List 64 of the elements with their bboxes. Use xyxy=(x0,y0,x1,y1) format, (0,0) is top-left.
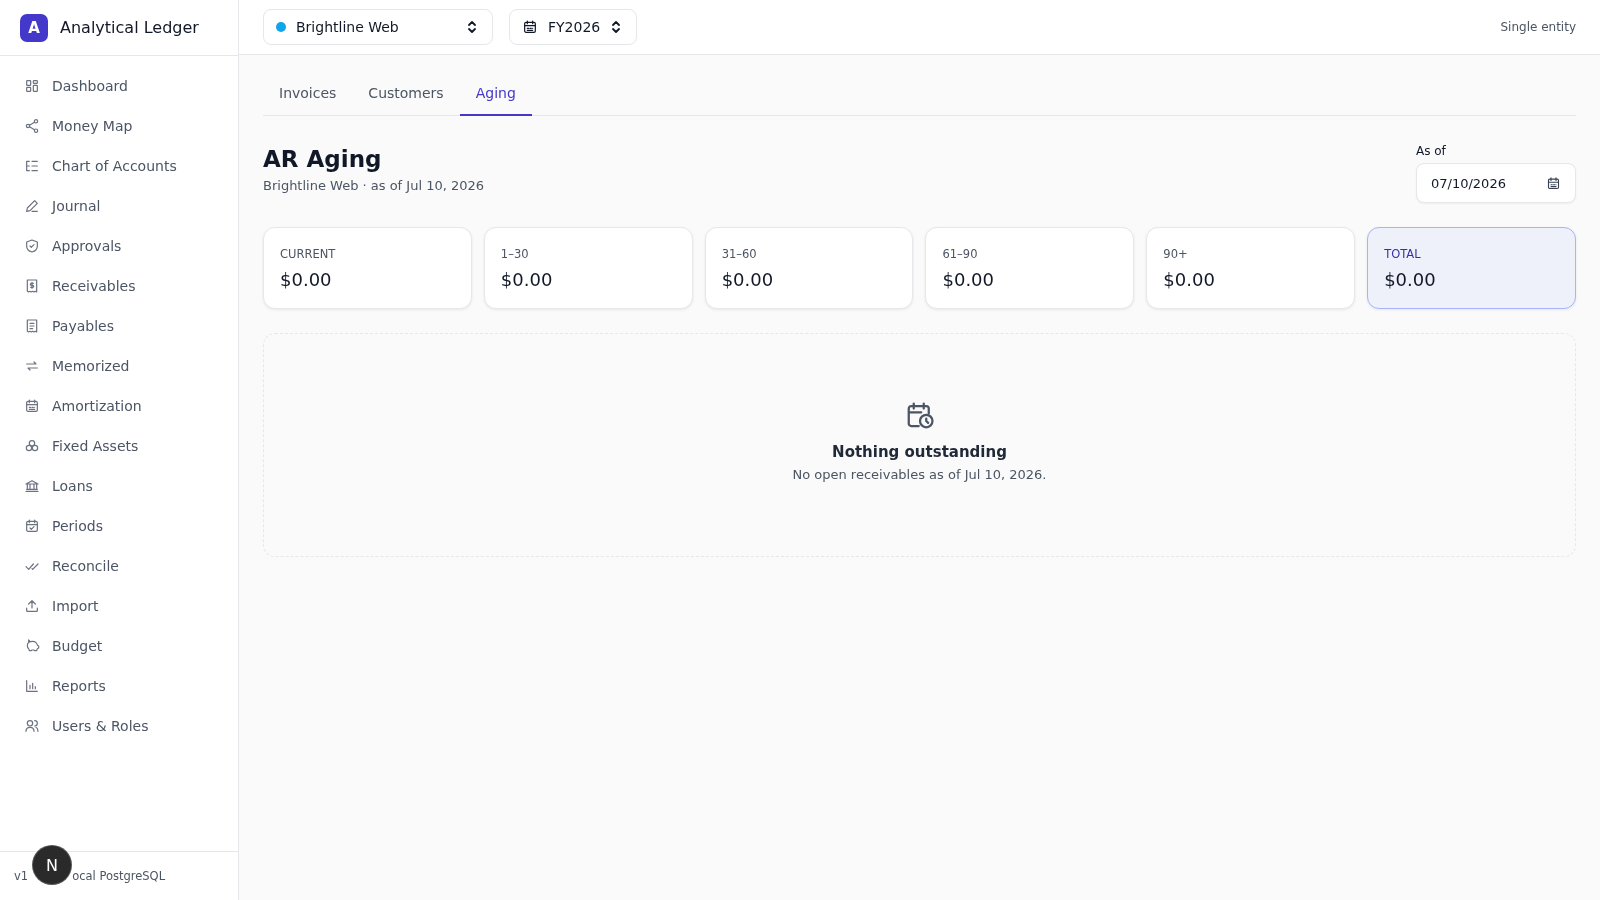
sidebar-item[interactable]: Periods xyxy=(16,506,216,546)
sidebar-item[interactable]: Reports xyxy=(16,666,216,706)
bar-chart-icon xyxy=(24,678,40,694)
list-icon xyxy=(24,158,40,174)
entity-selector[interactable]: Brightline Web xyxy=(263,9,493,45)
piggy-bank-icon xyxy=(24,638,40,654)
chevrons-icon xyxy=(610,19,623,35)
sidebar-item[interactable]: Loans xyxy=(16,466,216,506)
sidebar-item[interactable]: Payables xyxy=(16,306,216,346)
calendar-icon xyxy=(24,398,40,414)
sidebar-item[interactable]: Approvals xyxy=(16,226,216,266)
date-field[interactable]: 07/10/2026 xyxy=(1416,163,1576,203)
tab[interactable]: Invoices xyxy=(263,71,353,116)
app-name: Analytical Ledger xyxy=(60,18,199,37)
circles-icon xyxy=(24,438,40,454)
bucket-amount: $0.00 xyxy=(721,268,775,290)
calendar-icon xyxy=(1546,175,1561,191)
sidebar-item[interactable]: Money Map xyxy=(16,106,216,146)
sidebar-item[interactable]: Amortization xyxy=(16,386,216,426)
sidebar-item[interactable]: Receivables xyxy=(16,266,216,306)
sidebar-item[interactable]: Budget xyxy=(16,626,216,666)
empty-state-title: Nothing outstanding xyxy=(832,442,1007,461)
bucket-amount: $0.00 xyxy=(280,268,333,290)
fiscal-year-selector[interactable]: FY2026 xyxy=(509,9,638,45)
footer-text: ocal PostgreSQL xyxy=(72,869,166,883)
entity-mode-label: Single entity xyxy=(1500,20,1576,34)
bucket-amount: $0.00 xyxy=(500,268,554,290)
share-icon xyxy=(24,118,40,134)
page-title: AR Aging xyxy=(263,146,383,172)
bucket-label: 90+ xyxy=(1163,246,1189,261)
footer-text: v1 xyxy=(14,869,29,883)
sidebar-item[interactable]: Reconcile xyxy=(16,546,216,586)
sidebar-item[interactable]: Journal xyxy=(16,186,216,226)
chevrons-icon xyxy=(466,19,478,35)
upload-icon xyxy=(24,598,40,614)
sidebar-item[interactable]: Users & Roles xyxy=(16,706,216,746)
empty-state-message: No open receivables as of Jul 10, 2026. xyxy=(792,466,1047,482)
sidebar-item[interactable]: Fixed Assets xyxy=(16,426,216,466)
bucket-label: TOTAL xyxy=(1384,246,1422,261)
sidebar-item[interactable]: Dashboard xyxy=(16,66,216,106)
bucket-label: 1–30 xyxy=(500,246,530,261)
field-label: As of xyxy=(1416,144,1447,158)
app-logo: A xyxy=(20,13,48,42)
users-icon xyxy=(24,718,40,734)
tab[interactable]: Aging xyxy=(459,71,532,116)
calendar-check-icon xyxy=(24,518,40,534)
sidebar-item[interactable]: Memorized xyxy=(16,346,216,386)
bucket-amount: $0.00 xyxy=(942,268,995,290)
pencil-icon xyxy=(24,198,40,214)
bucket-label: 61–90 xyxy=(942,246,979,261)
bucket-label: 31–60 xyxy=(721,246,758,261)
bucket-amount: $0.00 xyxy=(1384,268,1437,290)
grid-icon xyxy=(24,78,40,94)
bucket-label: CURRENT xyxy=(280,246,337,261)
receipt-icon xyxy=(24,278,40,294)
sidebar-item[interactable]: Import xyxy=(16,586,216,626)
bucket-amount: $0.00 xyxy=(1163,268,1216,290)
calendar-icon xyxy=(522,19,538,35)
sidebar-item[interactable]: Chart of Accounts xyxy=(16,146,216,186)
document-icon xyxy=(24,318,40,334)
shield-icon xyxy=(24,238,40,254)
tab[interactable]: Customers xyxy=(352,71,460,116)
page-subtitle: Brightline Web · as of Jul 10, 2026 xyxy=(263,178,485,193)
bank-icon xyxy=(24,478,40,494)
